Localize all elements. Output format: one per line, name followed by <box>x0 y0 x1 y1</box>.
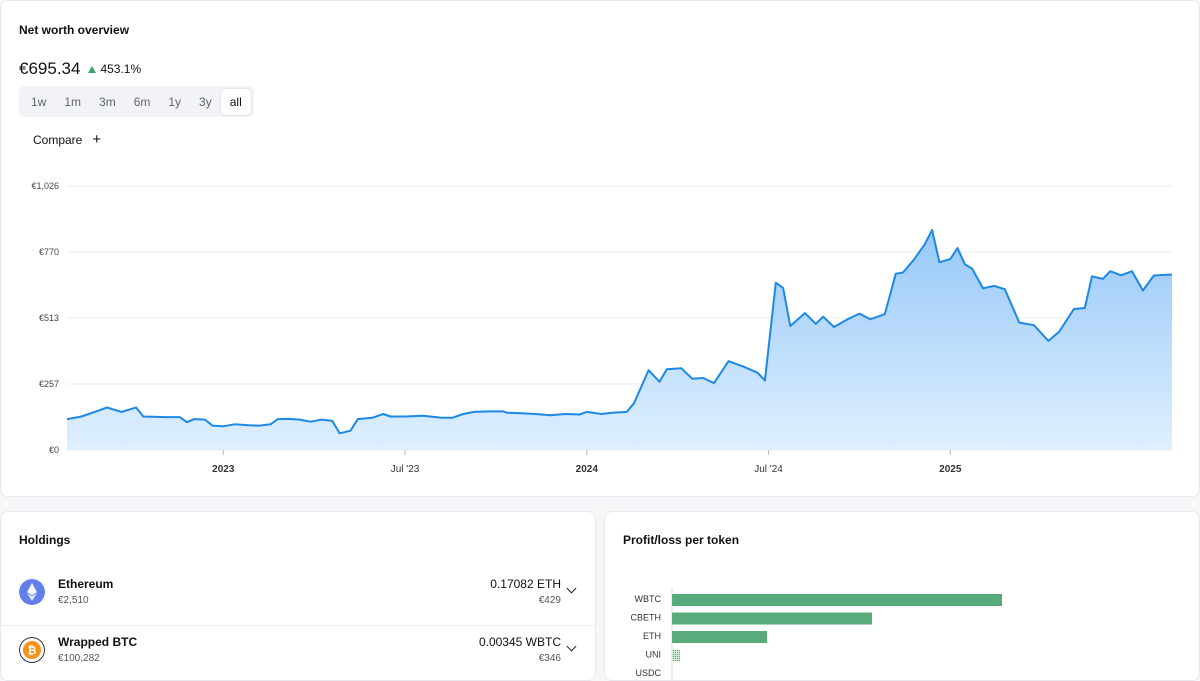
net-worth-change: 453.1% <box>88 62 141 76</box>
ethereum-icon <box>19 579 45 605</box>
net-worth-value: €695.34 <box>19 59 81 78</box>
category-label: CBETH <box>630 613 661 623</box>
y-tick-label: €770 <box>39 247 59 257</box>
profit-loss-chart: WBTC CBETH ETH UNI USDC <box>630 588 1002 680</box>
range-6m[interactable]: 6m <box>125 89 160 115</box>
range-1w[interactable]: 1w <box>22 89 55 115</box>
net-worth-chart[interactable]: €1,026 €770 €513 €257 €0 2023 Jul '23 2024 Jul '… <box>1 171 1199 489</box>
net-worth-area <box>67 230 1172 450</box>
holdings-title: Holdings <box>19 533 71 547</box>
holding-row-wrapped-btc[interactable]: ₿ Wrapped BTC €100,282 0.00345 WBTC €346 <box>1 625 595 680</box>
net-worth-title: Net worth overview <box>19 23 130 37</box>
x-tick-label: 2024 <box>576 464 599 475</box>
holding-price: €2,510 <box>58 595 89 606</box>
x-tick-label: Jul '24 <box>754 464 783 475</box>
svg-text:₿: ₿ <box>28 644 37 657</box>
range-1y[interactable]: 1y <box>159 89 190 115</box>
pl-bar <box>672 612 872 625</box>
category-label: USDC <box>635 668 661 678</box>
holding-name: Ethereum <box>58 577 114 591</box>
x-tick-label: 2023 <box>212 464 235 475</box>
pl-bar <box>672 649 680 662</box>
category-label: WBTC <box>635 594 662 604</box>
y-tick-label: €0 <box>49 445 59 455</box>
chevron-down-icon[interactable] <box>566 583 577 594</box>
y-tick-label: €1,026 <box>31 181 59 191</box>
pl-bar <box>672 594 1002 606</box>
profit-loss-title: Profit/loss per token <box>623 533 740 547</box>
holding-amount: 0.17082 ETH <box>490 577 561 591</box>
range-all[interactable]: all <box>220 88 251 115</box>
plus-icon: + <box>92 131 102 148</box>
holding-row-ethereum[interactable]: Ethereum €2,510 0.17082 ETH €429 <box>1 567 595 626</box>
trend-up-icon <box>88 65 97 73</box>
x-tick-label: Jul '23 <box>391 464 420 475</box>
holding-amount: 0.00345 WBTC <box>478 635 561 649</box>
chevron-down-icon[interactable] <box>566 641 577 652</box>
holdings-card: Holdings Ethereum €2,510 0.17082 ETH €42… <box>0 511 596 681</box>
holding-price: €100,282 <box>58 653 100 664</box>
range-3m[interactable]: 3m <box>90 89 125 115</box>
category-label: UNI <box>646 650 662 660</box>
x-tick-label: 2025 <box>939 464 962 475</box>
bitcoin-icon: ₿ <box>19 637 45 663</box>
compare-label: Compare <box>33 133 83 147</box>
time-range-selector: 1w 1m 3m 6m 1y 3y all <box>19 86 254 117</box>
compare-button[interactable]: Compare + <box>33 131 102 148</box>
holding-value: €429 <box>538 595 561 606</box>
range-3y[interactable]: 3y <box>190 89 221 115</box>
profit-loss-card: Profit/loss per token WBTC CBETH ETH UNI USD… <box>604 511 1200 681</box>
net-worth-change-value: 453.1% <box>100 62 142 76</box>
holding-name: Wrapped BTC <box>58 635 138 649</box>
net-worth-summary: €695.34 453.1% <box>19 59 141 79</box>
net-worth-card: Net worth overview €695.34 453.1% 1w 1m … <box>0 0 1200 497</box>
y-tick-label: €513 <box>39 313 59 323</box>
category-label: ETH <box>643 631 661 641</box>
y-tick-label: €257 <box>39 379 59 389</box>
pl-bar <box>672 631 767 643</box>
range-1m[interactable]: 1m <box>55 89 90 115</box>
holding-value: €346 <box>538 653 561 664</box>
